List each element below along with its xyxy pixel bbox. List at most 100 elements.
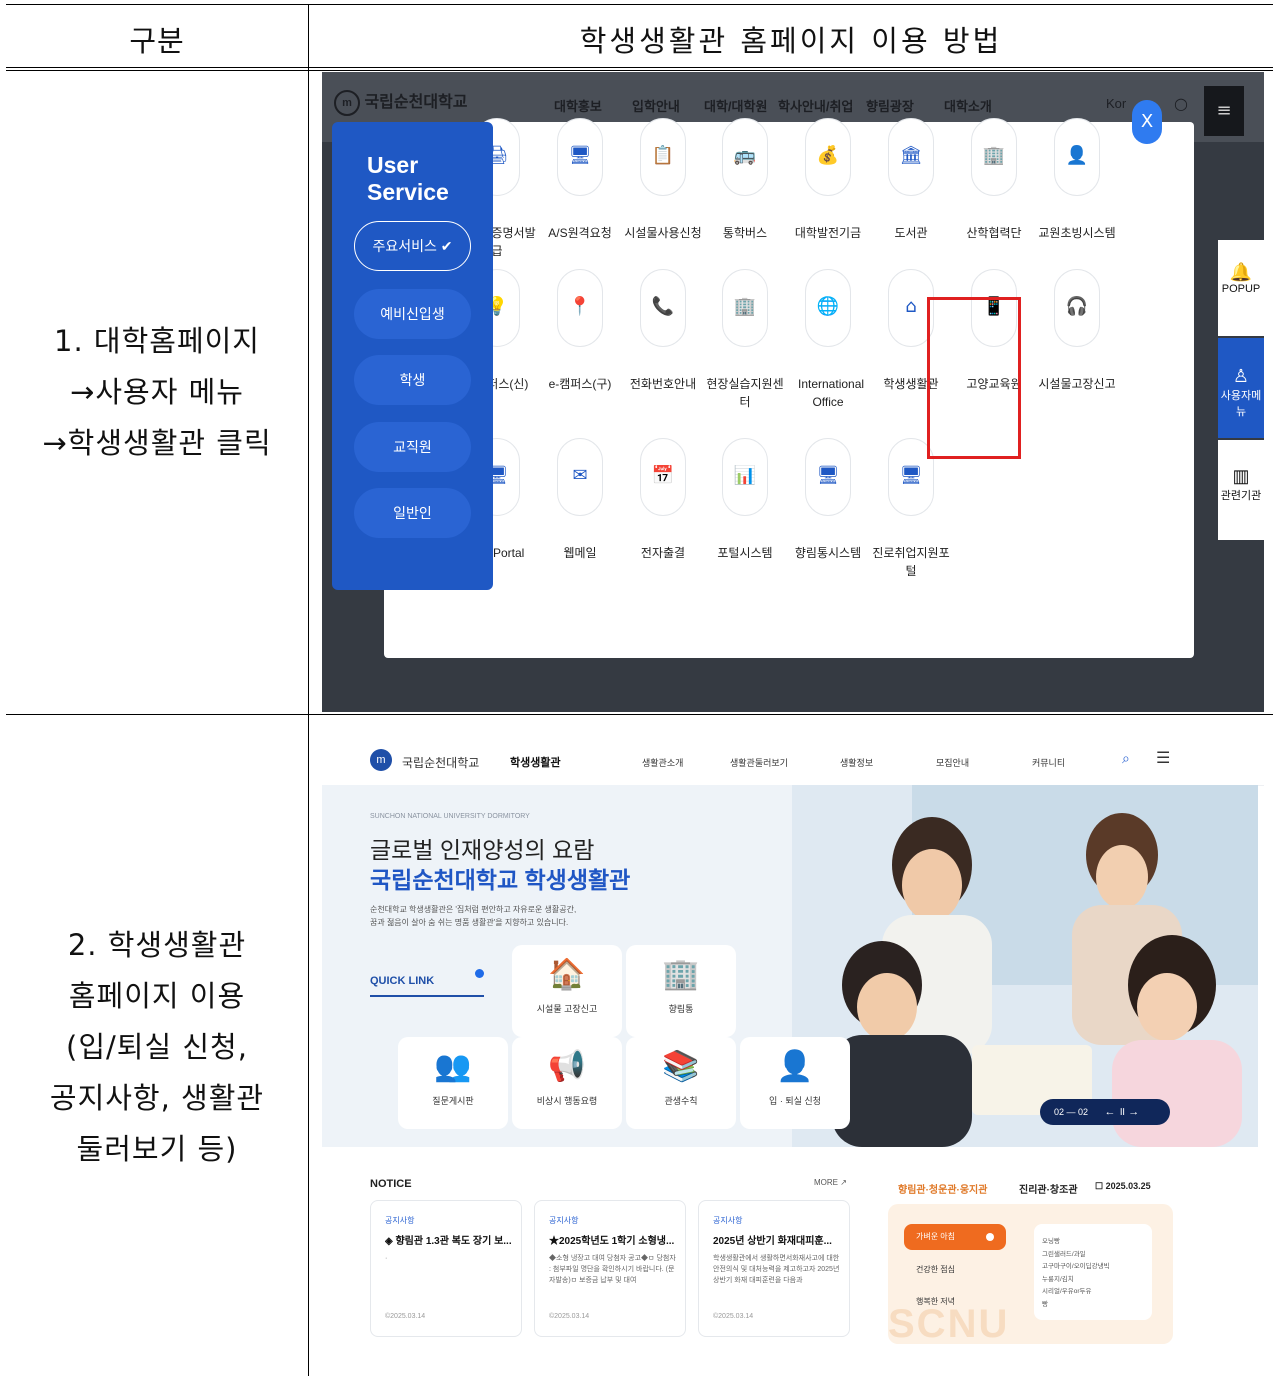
notice-category: 공지사항 [549, 1216, 579, 1225]
column-divider [308, 4, 309, 1376]
notice-category: 공지사항 [385, 1216, 415, 1225]
nav-link[interactable]: 대학홍보 [554, 96, 602, 115]
notice-card[interactable]: 공지사항 ◈ 향림관 1.3관 복도 장기 보... · ©2025.03.14 [370, 1200, 522, 1337]
meal-tab-breakfast[interactable]: 가벼운 아침 [904, 1224, 1006, 1250]
menu-icon[interactable]: ☰ [1156, 748, 1170, 768]
service-item[interactable]: ✉ 웹메일 [540, 438, 620, 562]
service-item[interactable]: 🖥 향림통시스템 [788, 438, 868, 562]
service-label: International Office [798, 377, 865, 409]
quick-link-hyanglim[interactable]: 🏢 향림통 [626, 945, 736, 1037]
service-label: 포털시스템 [717, 546, 773, 560]
service-item[interactable]: 🏛 도서관 [871, 118, 951, 242]
meal-tab-lunch[interactable]: 건강한 점심 [916, 1264, 955, 1275]
nav-link[interactable]: 학사안내/취업 [778, 96, 853, 115]
service-icon-circle: 📞 [640, 269, 686, 347]
nav-link[interactable]: 대학소개 [944, 96, 992, 115]
service-label: 시설물사용신청 [624, 226, 702, 240]
logo-text: 국립순천대학교 [402, 756, 480, 770]
notice-body: · [385, 1255, 388, 1262]
sidebar-item-prospective[interactable]: 예비신입생 [354, 289, 471, 339]
service-label: 통학버스 [722, 226, 768, 240]
service-item[interactable]: 💰 대학발전기금 [788, 118, 868, 242]
nav-link[interactable]: 향림광장 [866, 96, 914, 115]
service-item[interactable]: 🖥 A/S원격요청 [540, 118, 620, 242]
sidebar-item-public[interactable]: 일반인 [354, 488, 471, 538]
university-homepage-screenshot: m 국립순천대학교 대학홍보 입학안내 대학/대학원 학사안내/취업 향림광장 … [322, 72, 1264, 712]
service-icon-circle: 🎧 [1054, 269, 1100, 347]
service-icon: 💰 [816, 145, 840, 166]
close-button[interactable]: X [1132, 100, 1162, 144]
service-item[interactable]: 🏢 산학협력단 [954, 118, 1034, 242]
service-item[interactable]: 📍 e-캠퍼스(구) [540, 269, 620, 393]
sidebar-item-staff[interactable]: 교직원 [354, 422, 471, 472]
popup-button[interactable]: 🔔 POPUP [1218, 240, 1264, 336]
nav-link[interactable]: 생활정보 [840, 756, 873, 769]
service-icon-circle: 🏛 [888, 118, 934, 196]
service-label: 전화번호안내 [629, 377, 697, 391]
search-icon[interactable]: ○ [1174, 94, 1188, 113]
service-item[interactable]: 🖥 진로취업지원포털 [871, 438, 951, 580]
service-icon-circle: 🖥 [805, 438, 851, 516]
menu-tab[interactable]: 진리관·창조관 [1019, 1181, 1078, 1196]
service-item[interactable]: 🌐 International Office [788, 269, 868, 411]
header-col1: 구분 [129, 24, 185, 58]
quick-link-repair[interactable]: 🏠 시설물 고장신고 [512, 945, 622, 1037]
service-label: 도서관 [894, 226, 928, 240]
quick-link-qna[interactable]: 👥 질문게시판 [398, 1037, 508, 1129]
sidebar-item-student[interactable]: 학생 [354, 355, 471, 405]
service-icon: 🖥 [816, 465, 840, 486]
service-icon: 👤 [1065, 145, 1089, 166]
logo-icon: m [334, 89, 360, 116]
notice-card[interactable]: 공지사항 2025년 상반기 화재대피훈... 학생생활관에서 생활하면서화재사고에… [698, 1200, 850, 1337]
notice-card[interactable]: 공지사항 ★2025학년도 1학기 소형냉... ◆소형 냉장고 대여 당첨자 공고… [534, 1200, 686, 1337]
search-icon[interactable]: ⌕ [1122, 750, 1130, 767]
quick-link-emergency[interactable]: 📢 비상시 행동요령 [512, 1037, 622, 1129]
service-item[interactable]: 📊 포털시스템 [705, 438, 785, 562]
row-divider [6, 714, 1273, 715]
service-item[interactable]: 🎧 시설물고장신고 [1037, 269, 1117, 393]
hero-headline-2: 국립순천대학교 학생생활관 [370, 867, 631, 893]
related-institutions-button[interactable]: ▥ 관련기관 [1218, 440, 1264, 540]
menu-tab-active[interactable]: 향림관·청운관·웅지관 [898, 1181, 987, 1196]
service-item[interactable]: 🚌 통학버스 [705, 118, 785, 242]
header-divider-2 [6, 70, 1273, 71]
slider-control[interactable]: 02 — 02 ← ॥ → [1040, 1099, 1170, 1125]
notice-body: ◆소형 냉장고 대여 당첨자 공고◆ㅁ 당첨자 : 첨부파일 명단을 확인하시기… [549, 1255, 676, 1284]
nav-link[interactable]: 대학/대학원 [704, 96, 767, 115]
hero-eyebrow: SUNCHON NATIONAL UNIVERSITY DORMITORY [370, 813, 530, 820]
nav-link[interactable]: 생활관둘러보기 [730, 756, 788, 769]
menu-item: 빵 [1042, 1300, 1048, 1308]
service-item[interactable]: 📅 전자출결 [623, 438, 703, 562]
slider-controls-icon[interactable]: ← ॥ → [1105, 1106, 1140, 1118]
nav-link[interactable]: 생활관소개 [642, 756, 683, 769]
service-label: 웹메일 [563, 546, 597, 560]
quick-link-rules[interactable]: 📚 관생수칙 [626, 1037, 736, 1129]
service-item[interactable]: 🏢 현장실습지원센터 [705, 269, 785, 411]
sidebar-item-main-services[interactable]: 주요서비스 ✔ [354, 221, 471, 271]
service-icon: 🏢 [982, 145, 1006, 166]
quick-link-title: QUICK LINK [370, 975, 435, 987]
service-icon: 📊 [733, 465, 757, 486]
service-label: 대학발전기금 [794, 226, 862, 240]
language-select[interactable]: Kor [1106, 96, 1126, 111]
more-link[interactable]: MORE ↗ [814, 1178, 847, 1187]
service-icon-circle: 💰 [805, 118, 851, 196]
hamburger-menu-icon[interactable]: ≡ [1204, 86, 1244, 136]
notice-title-text: ◈ 향림관 1.3관 복도 장기 보... [385, 1236, 512, 1247]
service-label: 현장실습지원센터 [706, 377, 784, 409]
service-item[interactable]: 📞 전화번호안내 [623, 269, 703, 393]
service-item[interactable]: 👤 교원초빙시스템 [1037, 118, 1117, 242]
quick-link-checkin-checkout[interactable]: 👤 입 · 퇴실 신청 [740, 1037, 850, 1129]
meal-tab-dinner[interactable]: 행복한 저녁 [916, 1296, 955, 1307]
dorm-header: m 국립순천대학교 학생생활관 생활관소개 생활관둘러보기 생활정보 모집안내 … [322, 730, 1264, 786]
user-menu-button[interactable]: ♙ 사용자메뉴 [1218, 338, 1264, 438]
notice-date: ©2025.03.14 [549, 1313, 590, 1320]
nav-link[interactable]: 모집안내 [936, 756, 969, 769]
nav-link[interactable]: 커뮤니티 [1032, 756, 1065, 769]
hero-description: 순천대학교 학생생활관은 '집처럼 편안하고 자유로운 생활공간, 꿈과 젊음이… [370, 905, 577, 927]
service-item[interactable]: 📋 시설물사용신청 [623, 118, 703, 242]
notice-date: ©2025.03.14 [385, 1313, 426, 1320]
nav-link[interactable]: 입학안내 [632, 96, 680, 115]
slider-counter: 02 — 02 [1054, 1107, 1089, 1117]
service-icon-circle: ✉ [557, 438, 603, 516]
